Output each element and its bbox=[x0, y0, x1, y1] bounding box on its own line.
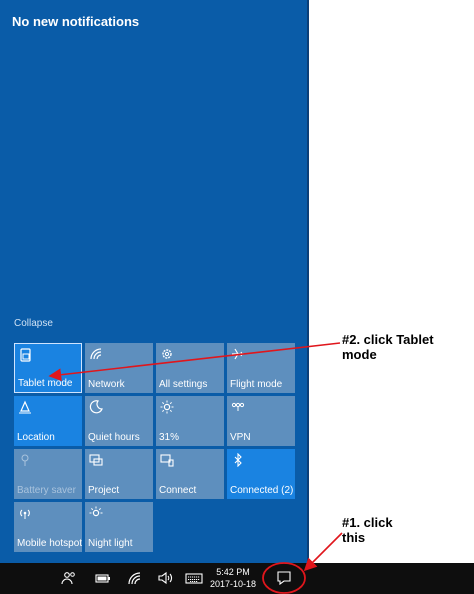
tile-label: Location bbox=[17, 432, 55, 443]
tile-label: Flight mode bbox=[230, 379, 283, 390]
quick-action-all-settings[interactable]: All settings bbox=[156, 343, 224, 393]
quick-action-night-light[interactable]: Night light bbox=[85, 502, 153, 552]
clock-date: 2017-10-18 bbox=[209, 579, 257, 589]
night-light-icon bbox=[89, 506, 103, 517]
annotation-step-1: #1. click this bbox=[342, 515, 393, 545]
tile-label: Night light bbox=[88, 538, 133, 549]
tablet-mode-icon bbox=[20, 348, 31, 362]
tile-label: 31% bbox=[159, 432, 180, 443]
tile-label: Project bbox=[88, 485, 120, 496]
collapse-link[interactable]: Collapse bbox=[14, 318, 53, 329]
battery-icon[interactable] bbox=[95, 571, 111, 585]
volume-icon[interactable] bbox=[158, 571, 174, 585]
annotation-step-1-line2: this bbox=[342, 530, 366, 545]
gear-icon bbox=[162, 349, 172, 359]
network-icon bbox=[90, 348, 102, 360]
vpn-icon bbox=[231, 402, 245, 411]
hotspot-icon bbox=[20, 509, 30, 519]
tile-label: Quiet hours bbox=[88, 432, 140, 443]
tile-label: All settings bbox=[159, 379, 208, 390]
brightness-icon bbox=[160, 400, 174, 414]
location-icon bbox=[19, 400, 31, 414]
battery-saver-icon bbox=[21, 454, 29, 466]
people-icon[interactable] bbox=[61, 571, 77, 585]
connect-icon bbox=[160, 454, 174, 467]
quick-action-project[interactable]: Project bbox=[85, 449, 153, 499]
quick-action-network[interactable]: Network bbox=[85, 343, 153, 393]
taskbar-clock[interactable]: 5:42 PM 2017-10-18 bbox=[205, 566, 261, 590]
tile-label: Battery saver bbox=[17, 485, 76, 496]
project-icon bbox=[89, 454, 103, 466]
quick-action-connect[interactable]: Connect bbox=[156, 449, 224, 499]
tile-label: VPN bbox=[230, 432, 251, 443]
quick-action-vpn[interactable]: VPN bbox=[227, 396, 295, 446]
moon-icon bbox=[89, 400, 103, 414]
quick-action-bluetooth[interactable]: Connected (2) bbox=[227, 449, 295, 499]
bluetooth-icon bbox=[234, 453, 242, 467]
quick-action-battery-saver[interactable]: Battery saver bbox=[14, 449, 82, 499]
annotation-step-1-line1: #1. click bbox=[342, 515, 393, 530]
tile-label: Connect bbox=[159, 485, 197, 496]
annotation-step-2-line1: #2. click Tablet bbox=[342, 332, 434, 347]
tile-label: Mobile hotspot bbox=[17, 538, 83, 549]
action-center-icon[interactable] bbox=[276, 571, 292, 585]
tile-label: Connected (2) bbox=[230, 485, 294, 496]
quick-action-location[interactable]: Location bbox=[14, 396, 82, 446]
tile-label: Network bbox=[88, 379, 125, 390]
quick-action-quiet-hours[interactable]: Quiet hours bbox=[85, 396, 153, 446]
quick-action-mobile-hotspot[interactable]: Mobile hotspot bbox=[14, 502, 82, 552]
tile-label: Tablet mode bbox=[18, 378, 73, 389]
clock-time: 5:42 PM bbox=[216, 567, 250, 577]
taskbar: 5:42 PM 2017-10-18 bbox=[0, 563, 474, 594]
touch-keyboard-icon[interactable] bbox=[185, 571, 203, 585]
quick-action-flight-mode[interactable]: Flight mode bbox=[227, 343, 295, 393]
notifications-header: No new notifications bbox=[12, 14, 140, 29]
quick-action-brightness[interactable]: 31% bbox=[156, 396, 224, 446]
annotation-step-2-line2: mode bbox=[342, 347, 377, 362]
quick-action-tablet-mode[interactable]: Tablet mode bbox=[14, 343, 82, 393]
panel-border bbox=[307, 0, 309, 563]
annotation-step-2: #2. click Tablet mode bbox=[342, 332, 434, 362]
airplane-icon bbox=[232, 348, 244, 360]
wifi-icon[interactable] bbox=[127, 571, 143, 585]
action-center-panel: No new notifications Collapse Tablet mod… bbox=[0, 0, 307, 563]
